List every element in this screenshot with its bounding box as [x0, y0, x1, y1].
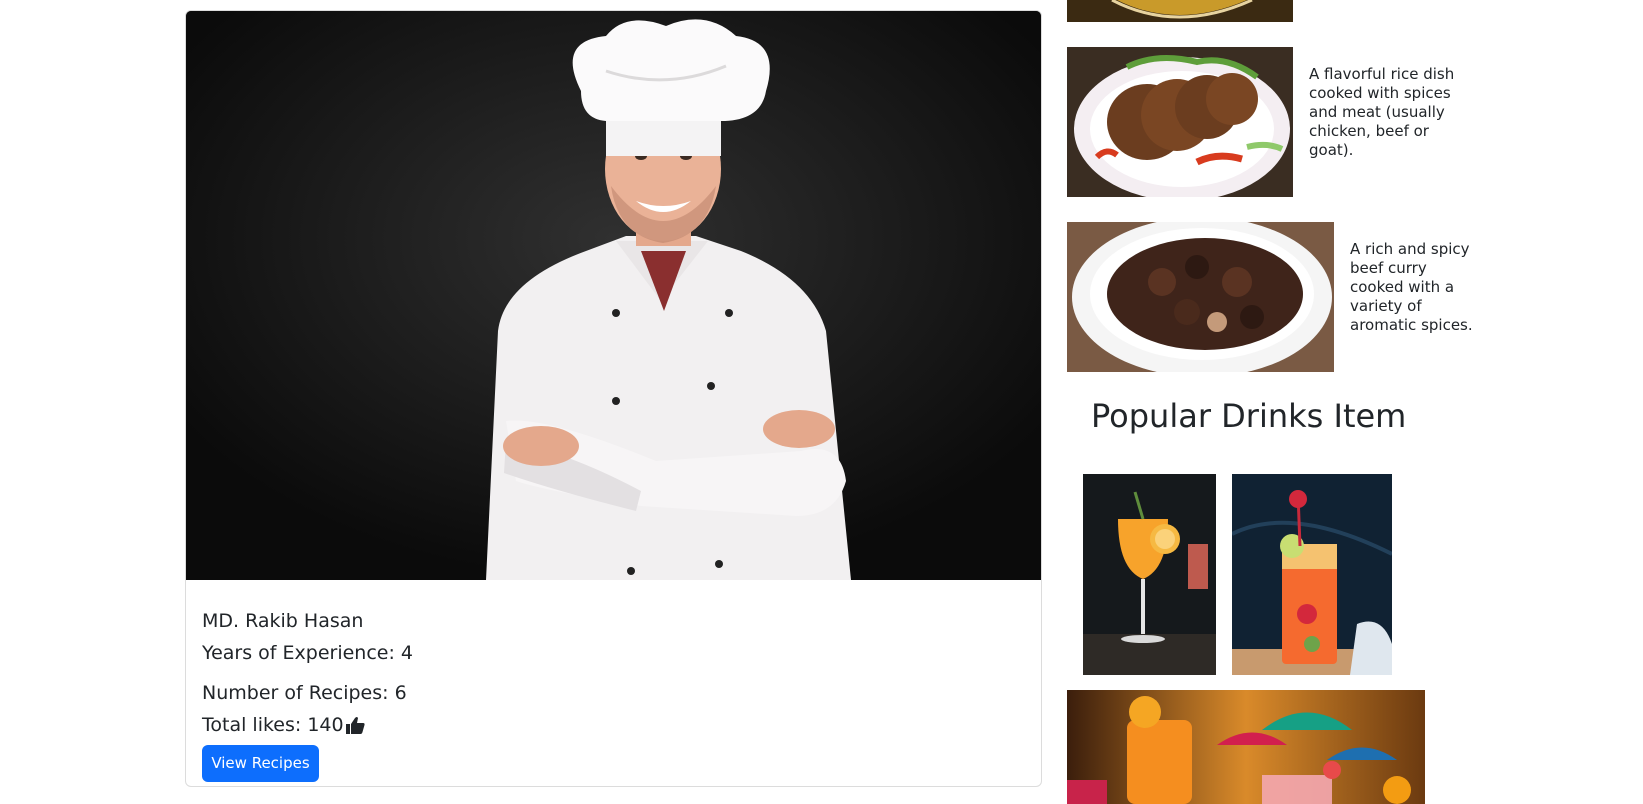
chef-card: MD. Rakib Hasan Years of Experience: 4 N… — [185, 10, 1042, 787]
chef-name: MD. Rakib Hasan — [202, 610, 364, 632]
thumbs-up-icon — [345, 716, 365, 739]
food-description-1: A flavorful rice dish cooked with spices… — [1309, 65, 1455, 159]
strawberry-drink-image — [1232, 474, 1392, 675]
kebab-plate-image — [1067, 47, 1293, 197]
chef-photo — [186, 11, 1041, 580]
umbrella-cocktails-image — [1067, 690, 1425, 804]
chef-recipe-count: Number of Recipes: 6 — [202, 682, 407, 704]
popular-drinks-title: Popular Drinks Item — [1091, 397, 1407, 435]
beef-curry-image — [1067, 222, 1334, 372]
chef-likes: Total likes: 140 — [202, 714, 365, 739]
orange-cocktail-image — [1083, 474, 1216, 675]
chef-likes-text: Total likes: 140 — [202, 714, 344, 736]
food-description-2: A rich and spicy beef curry cooked with … — [1350, 240, 1473, 334]
chef-experience: Years of Experience: 4 — [202, 642, 414, 664]
chef-portrait-icon — [186, 11, 1041, 580]
view-recipes-button[interactable]: View Recipes — [202, 745, 319, 782]
curry-dish-image — [1067, 0, 1293, 22]
